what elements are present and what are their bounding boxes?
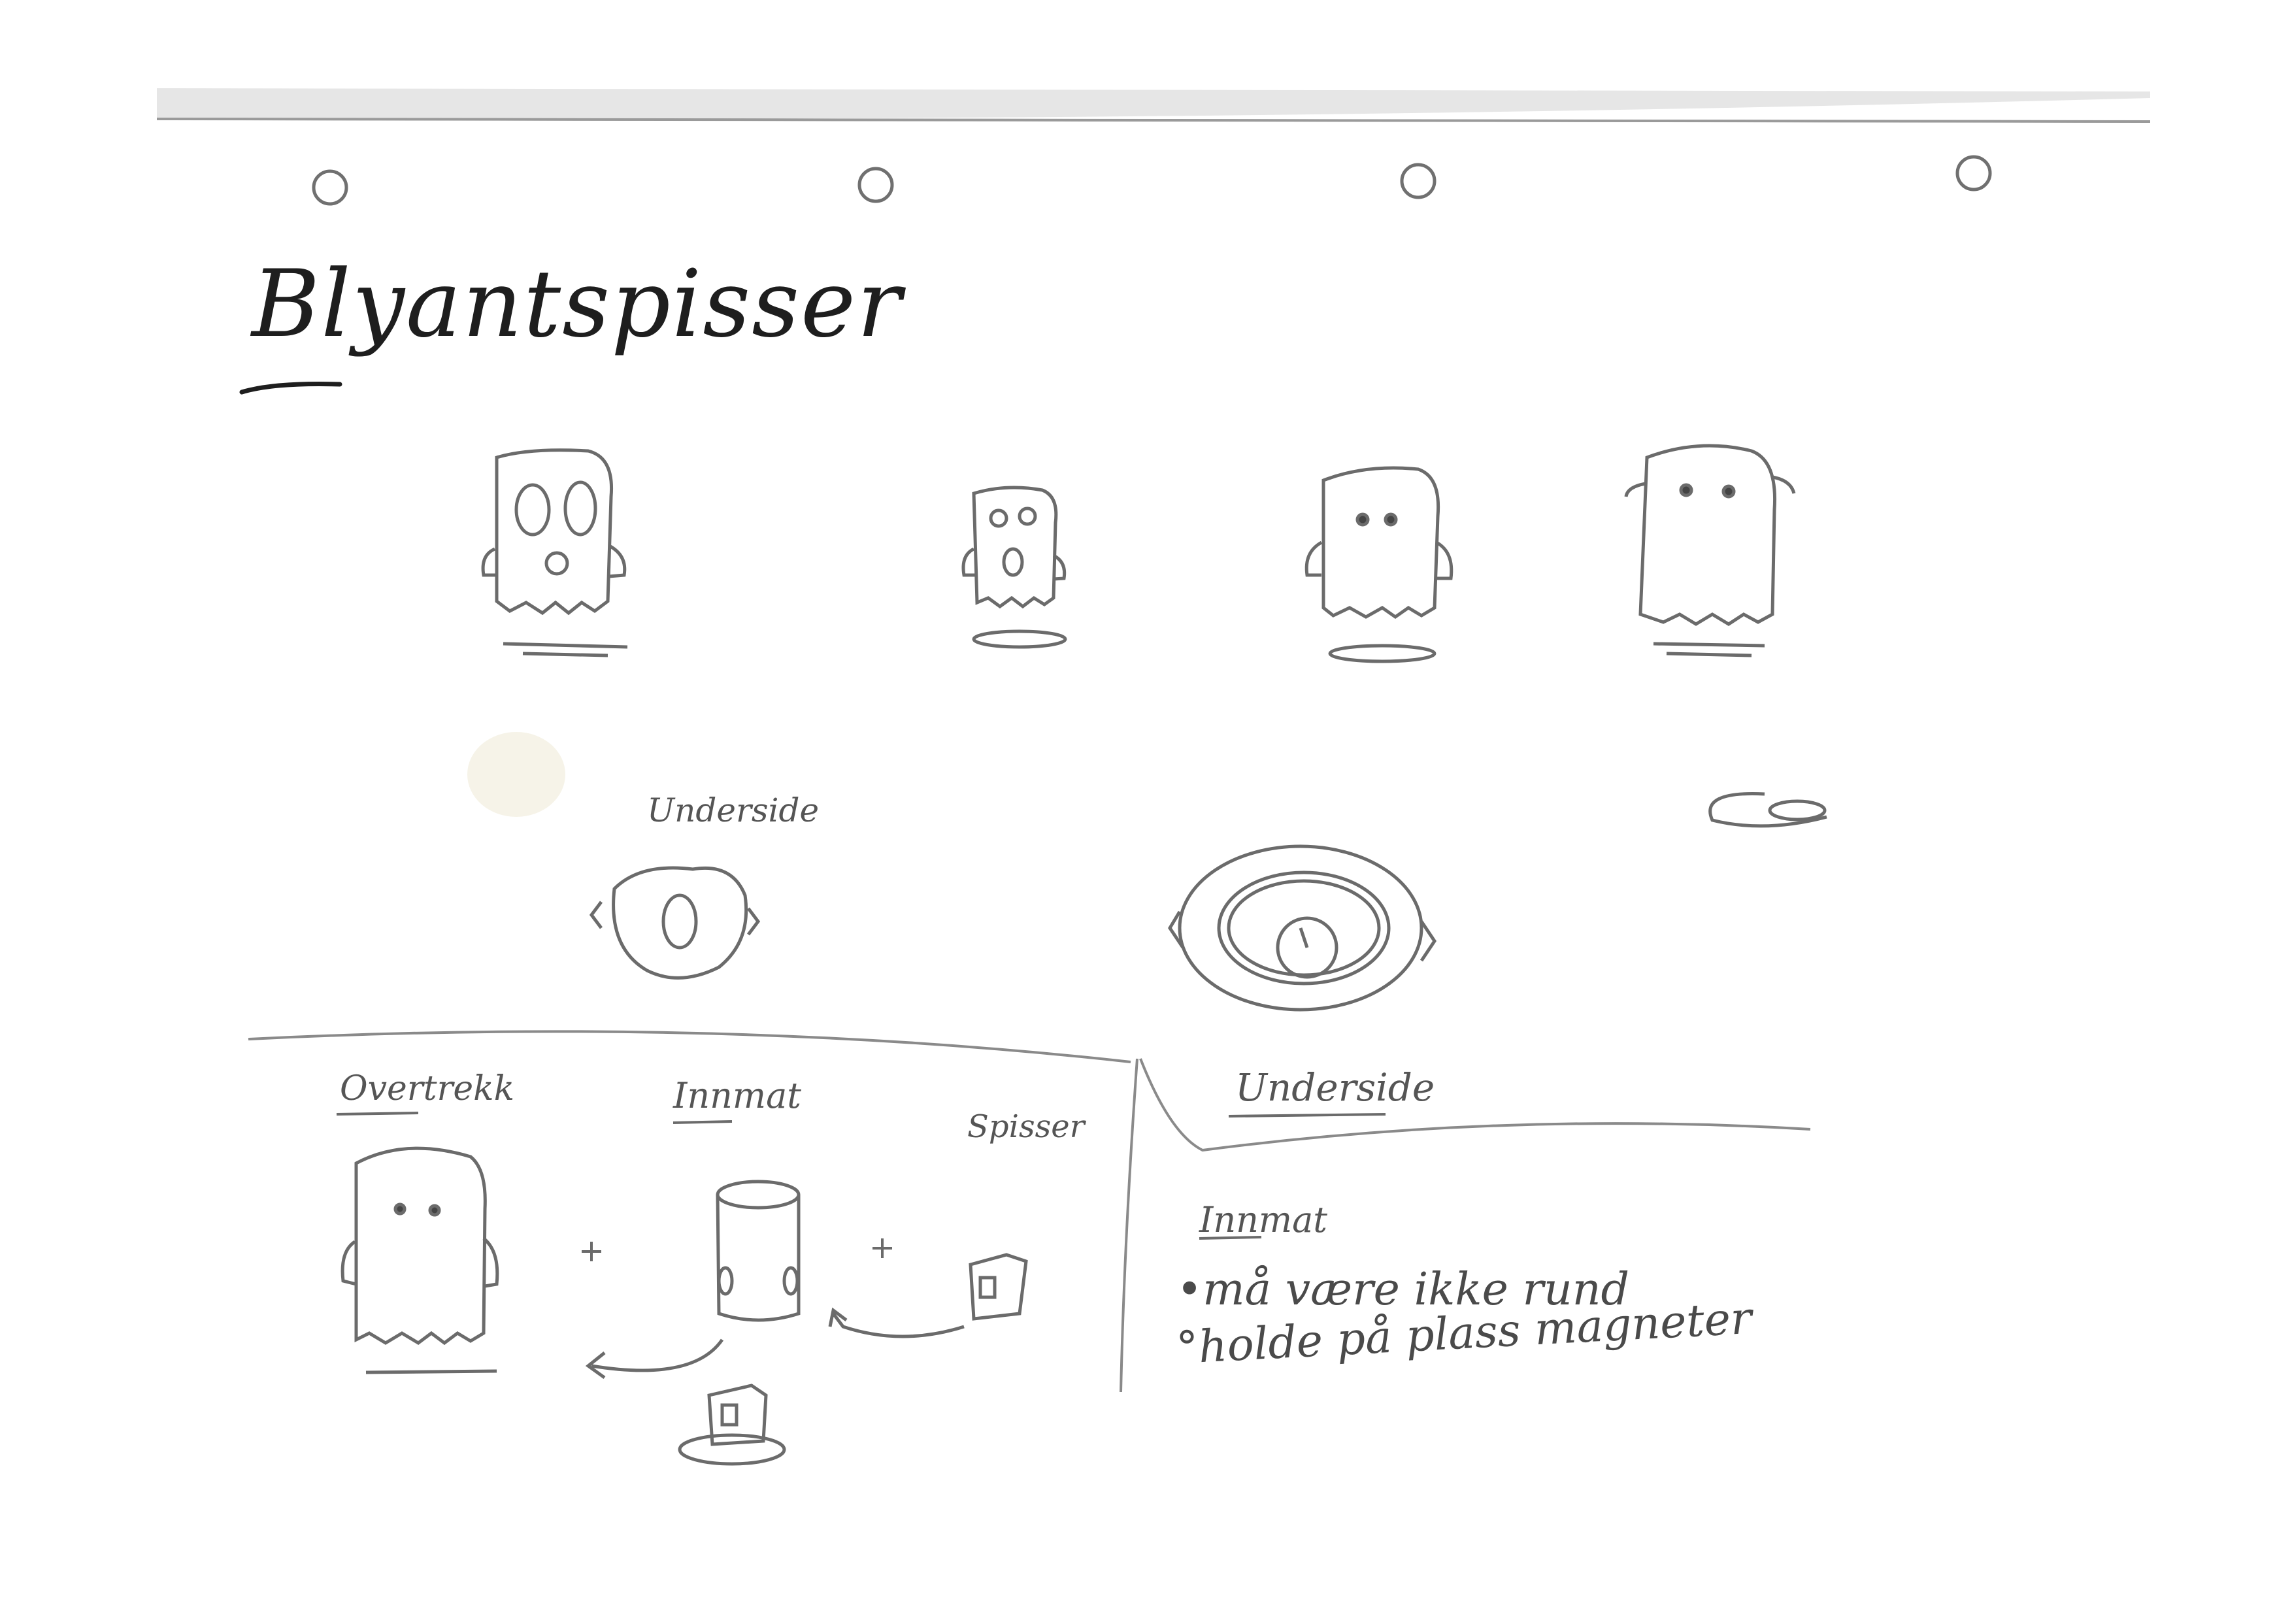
title-underline (239, 382, 342, 395)
sharpener-sketch (969, 1253, 1028, 1321)
underside-sketch-1 (589, 866, 761, 980)
punch-holes (312, 155, 1992, 206)
inner-sketch (716, 1180, 801, 1322)
sketch-drawing (156, 88, 2151, 1466)
paper-edge-line (156, 118, 2151, 123)
ghost-sketch-4 (1624, 444, 1796, 657)
inner-label: Innmat (673, 1075, 801, 1116)
page-title: Blyantspisser (252, 250, 903, 358)
underside-sketch-2 (1168, 844, 1437, 1012)
ghost-sketch-2 (961, 486, 1067, 649)
punch-hole (312, 169, 348, 206)
punch-hole (857, 167, 894, 203)
plus-signs (582, 1238, 892, 1261)
small-swirl-sketch (1708, 792, 1827, 828)
cover-label: Overtrekk (340, 1069, 515, 1108)
paper-top-edge (157, 88, 2150, 119)
underside-label-top: Underside (647, 791, 820, 829)
cover-sketch (340, 1146, 499, 1374)
assembled-sketch (678, 1384, 786, 1466)
notes-heading: Innmat (1199, 1199, 1327, 1240)
paper-stain (467, 732, 565, 817)
punch-hole (1400, 163, 1437, 199)
sketch-sheet: Blyantspisser Underside Underside Overtr… (0, 0, 2292, 1621)
ghost-sketch-1 (481, 448, 628, 657)
punch-hole (1955, 155, 1992, 191)
ghost-sketch-3 (1304, 466, 1453, 663)
underside-label-bottom: Underside (1235, 1065, 1435, 1110)
sharpener-label: Spisser (967, 1108, 1085, 1145)
